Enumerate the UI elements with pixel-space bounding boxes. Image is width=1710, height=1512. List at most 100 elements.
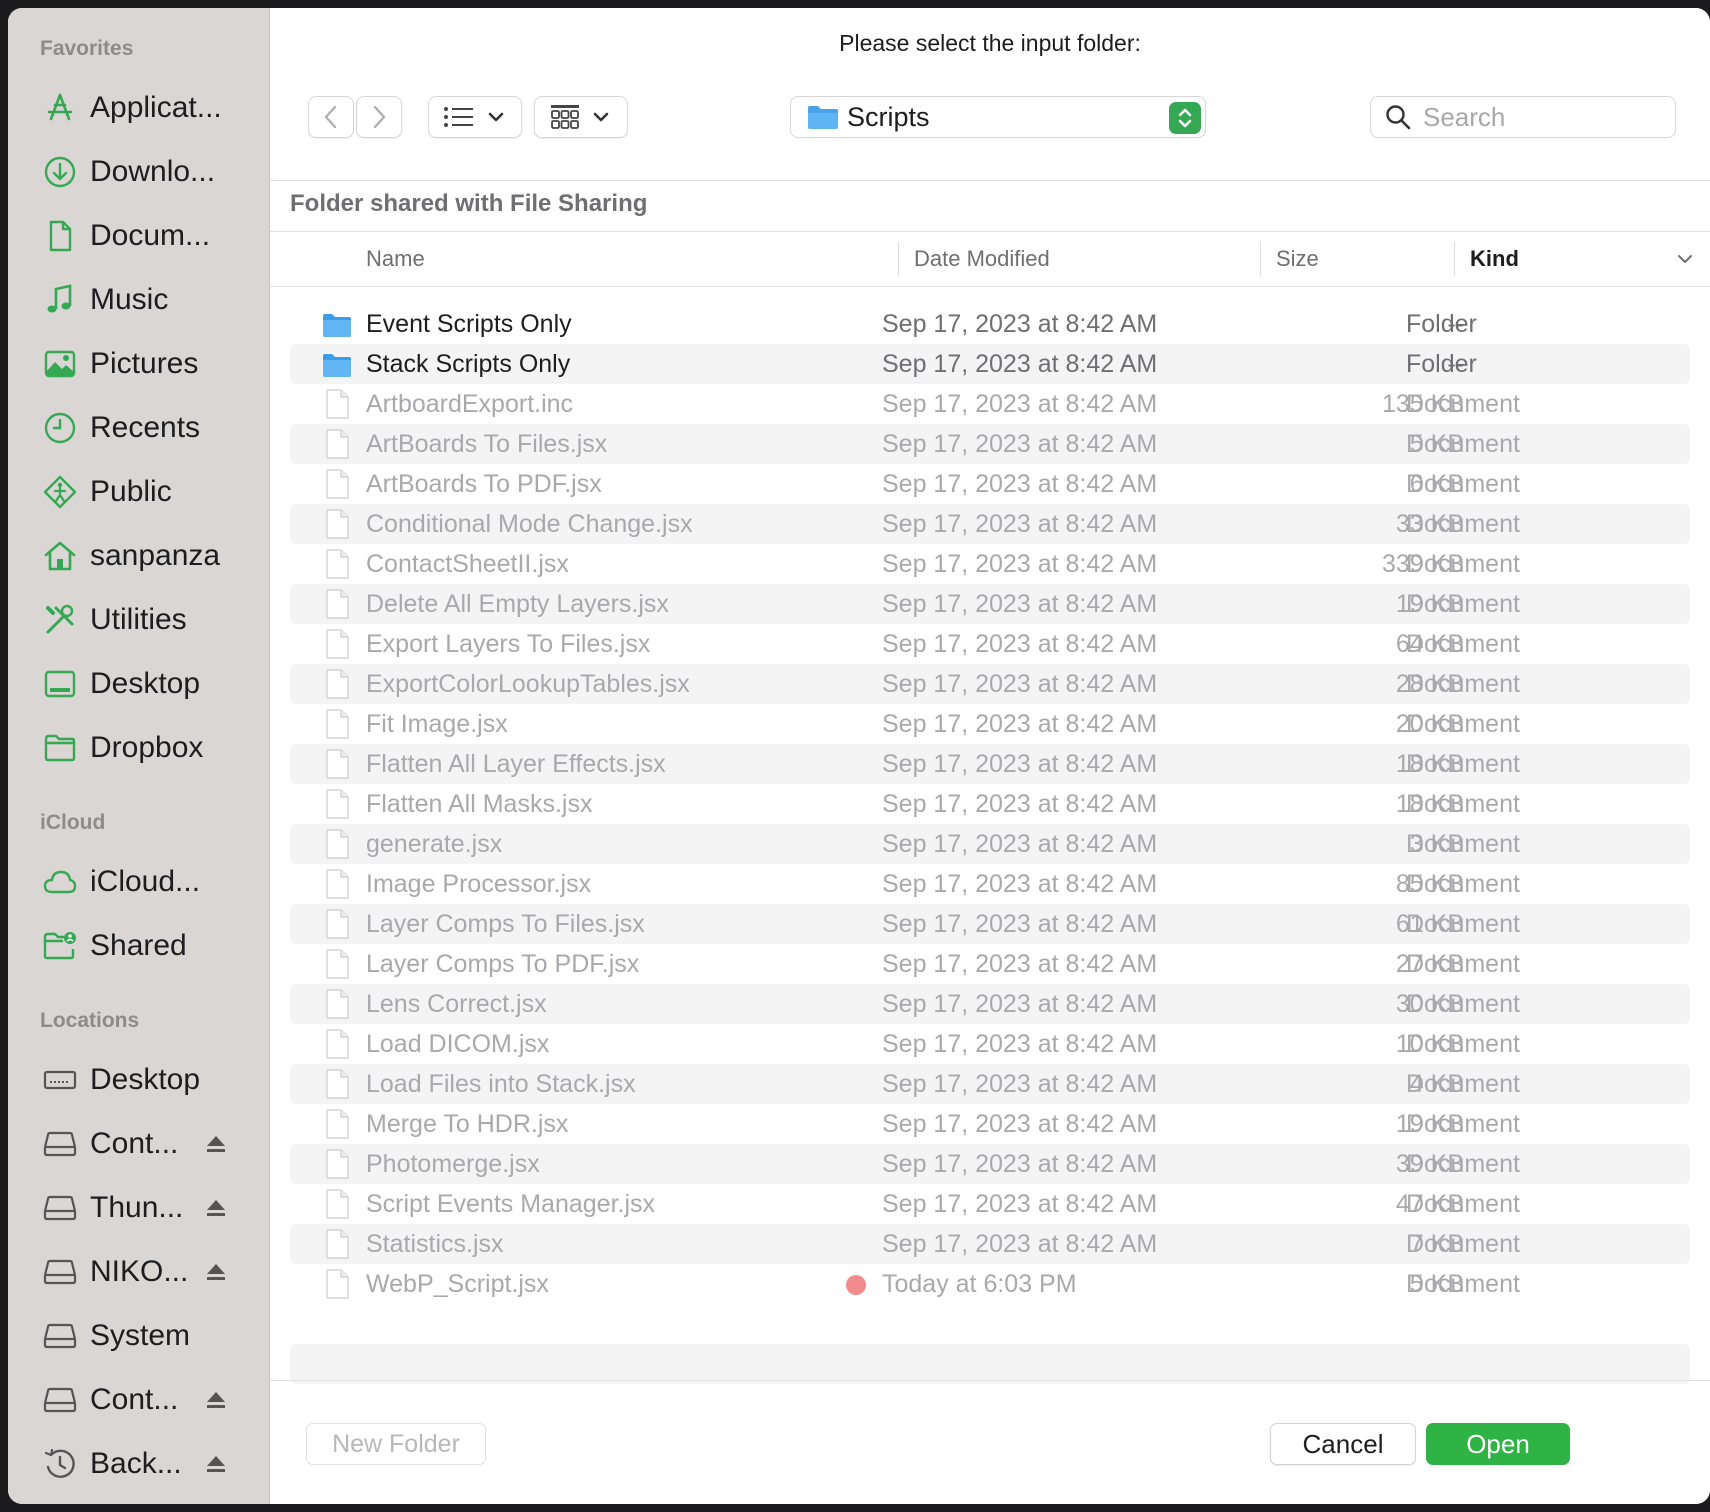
sidebar-item-label: iCloud... [90,865,201,898]
file-kind: Document [1406,1230,1520,1258]
sidebar-item-label: Dropbox [90,731,204,764]
file-row: ContactSheetII.jsx Sep 17, 2023 at 8:42 … [290,544,1690,584]
file-row: Flatten All Layer Effects.jsx Sep 17, 20… [290,744,1690,784]
column-header-size[interactable]: Size [1276,232,1319,286]
file-date: Sep 17, 2023 at 8:42 AM [882,630,1158,658]
file-row: ArtboardExport.inc Sep 17, 2023 at 8:42 … [290,384,1690,424]
sidebar-item[interactable]: Downlo... [8,140,269,204]
sort-chevron-icon [1678,255,1692,263]
eject-icon[interactable] [204,1388,228,1412]
sidebar-item[interactable]: System [8,1304,269,1368]
file-kind: Document [1406,830,1520,858]
back-button[interactable] [308,96,354,138]
file-kind: Document [1406,470,1520,498]
sidebar-item[interactable]: Cont... [8,1368,269,1432]
eject-icon[interactable] [204,1452,228,1476]
document-icon [322,1108,352,1140]
file-name: Fit Image.jsx [366,710,508,738]
sidebar-item[interactable]: iCloud... [8,850,269,914]
file-row: WebP_Script.jsx Today at 6:03 PM 5 KB Do… [290,1264,1690,1304]
folder-icon [322,308,352,340]
forward-button[interactable] [356,96,402,138]
sidebar-item[interactable]: Back... [8,1432,269,1496]
search-icon [1386,105,1411,130]
file-kind: Document [1406,910,1520,938]
eject-icon[interactable] [204,1132,228,1156]
sidebar-item[interactable]: sanpanza [8,524,269,588]
sidebar-item[interactable]: Cont... [8,1112,269,1176]
file-kind: Document [1406,390,1520,418]
document-icon [322,628,352,660]
view-mode-list-button[interactable] [428,96,522,138]
column-header-name[interactable]: Name [366,232,425,286]
sidebar-item-label: Shared [90,929,187,962]
file-name: Conditional Mode Change.jsx [366,510,693,538]
utilities-icon [42,602,78,638]
document-icon [322,1068,352,1100]
sidebar-item[interactable]: Applicat... [8,76,269,140]
column-header-kind[interactable]: Kind [1470,232,1519,286]
document-icon [322,948,352,980]
document-icon [322,868,352,900]
sidebar-item[interactable]: Thun... [8,1176,269,1240]
file-kind: Document [1406,510,1520,538]
sidebar-item[interactable]: Pictures [8,332,269,396]
group-by-button[interactable] [534,96,628,138]
file-row: ExportColorLookupTables.jsx Sep 17, 2023… [290,664,1690,704]
file-row[interactable]: Event Scripts Only Sep 17, 2023 at 8:42 … [290,304,1690,344]
path-label: Scripts [847,101,930,132]
sidebar-item[interactable]: Dropbox [8,716,269,780]
file-date: Sep 17, 2023 at 8:42 AM [882,1230,1158,1258]
column-header-date[interactable]: Date Modified [914,232,1050,286]
document-icon [322,468,352,500]
eject-icon[interactable] [204,1196,228,1220]
file-name: ArtboardExport.inc [366,390,574,418]
drive-icon [42,1382,78,1418]
sidebar-item-label: Utilities [90,603,187,636]
sidebar-item[interactable]: Shared [8,914,269,978]
file-kind: Document [1406,1270,1520,1298]
sidebar-item[interactable]: Docum... [8,204,269,268]
applications-icon [42,90,78,126]
document-icon [322,748,352,780]
sidebar-item-label: Recents [90,411,201,444]
document-icon [322,1228,352,1260]
downloads-icon [42,154,78,190]
file-list: Event Scripts Only Sep 17, 2023 at 8:42 … [290,304,1690,1384]
sidebar-item[interactable]: Music [8,268,269,332]
file-date: Sep 17, 2023 at 8:42 AM [882,1190,1158,1218]
search-field[interactable]: Search [1370,96,1676,138]
shared-folder-icon [42,928,78,964]
cancel-button[interactable]: Cancel [1270,1423,1416,1465]
file-date: Sep 17, 2023 at 8:42 AM [882,470,1158,498]
file-name: Image Processor.jsx [366,870,592,898]
sidebar-item[interactable]: Utilities [8,588,269,652]
file-name: Flatten All Masks.jsx [366,790,593,818]
file-row: Statistics.jsx Sep 17, 2023 at 8:42 AM 7… [290,1224,1690,1264]
file-date: Sep 17, 2023 at 8:42 AM [882,670,1158,698]
document-icon [322,908,352,940]
new-folder-button[interactable]: New Folder [306,1423,486,1465]
sidebar-item[interactable]: Desktop [8,1048,269,1112]
file-date: Sep 17, 2023 at 8:42 AM [882,870,1158,898]
file-name: Flatten All Layer Effects.jsx [366,750,666,778]
sidebar-item[interactable]: NIKO... [8,1240,269,1304]
drive-icon [42,1126,78,1162]
path-popup-button[interactable]: Scripts [790,96,1206,138]
file-date: Sep 17, 2023 at 8:42 AM [882,1030,1158,1058]
sidebar-item[interactable]: Public [8,460,269,524]
sidebar-item[interactable]: Recents [8,396,269,460]
sidebar-item[interactable]: Desktop [8,652,269,716]
music-icon [42,282,78,318]
file-date: Sep 17, 2023 at 8:42 AM [882,310,1158,338]
file-row[interactable]: Stack Scripts Only Sep 17, 2023 at 8:42 … [290,344,1690,384]
eject-icon[interactable] [204,1260,228,1284]
file-kind: Document [1406,670,1520,698]
file-name: Layer Comps To PDF.jsx [366,950,640,978]
file-name: Script Events Manager.jsx [366,1190,656,1218]
file-date: Sep 17, 2023 at 8:42 AM [882,990,1158,1018]
file-kind: Document [1406,1030,1520,1058]
file-kind: Document [1406,1190,1520,1218]
open-button[interactable]: Open [1426,1423,1570,1465]
file-date: Sep 17, 2023 at 8:42 AM [882,950,1158,978]
